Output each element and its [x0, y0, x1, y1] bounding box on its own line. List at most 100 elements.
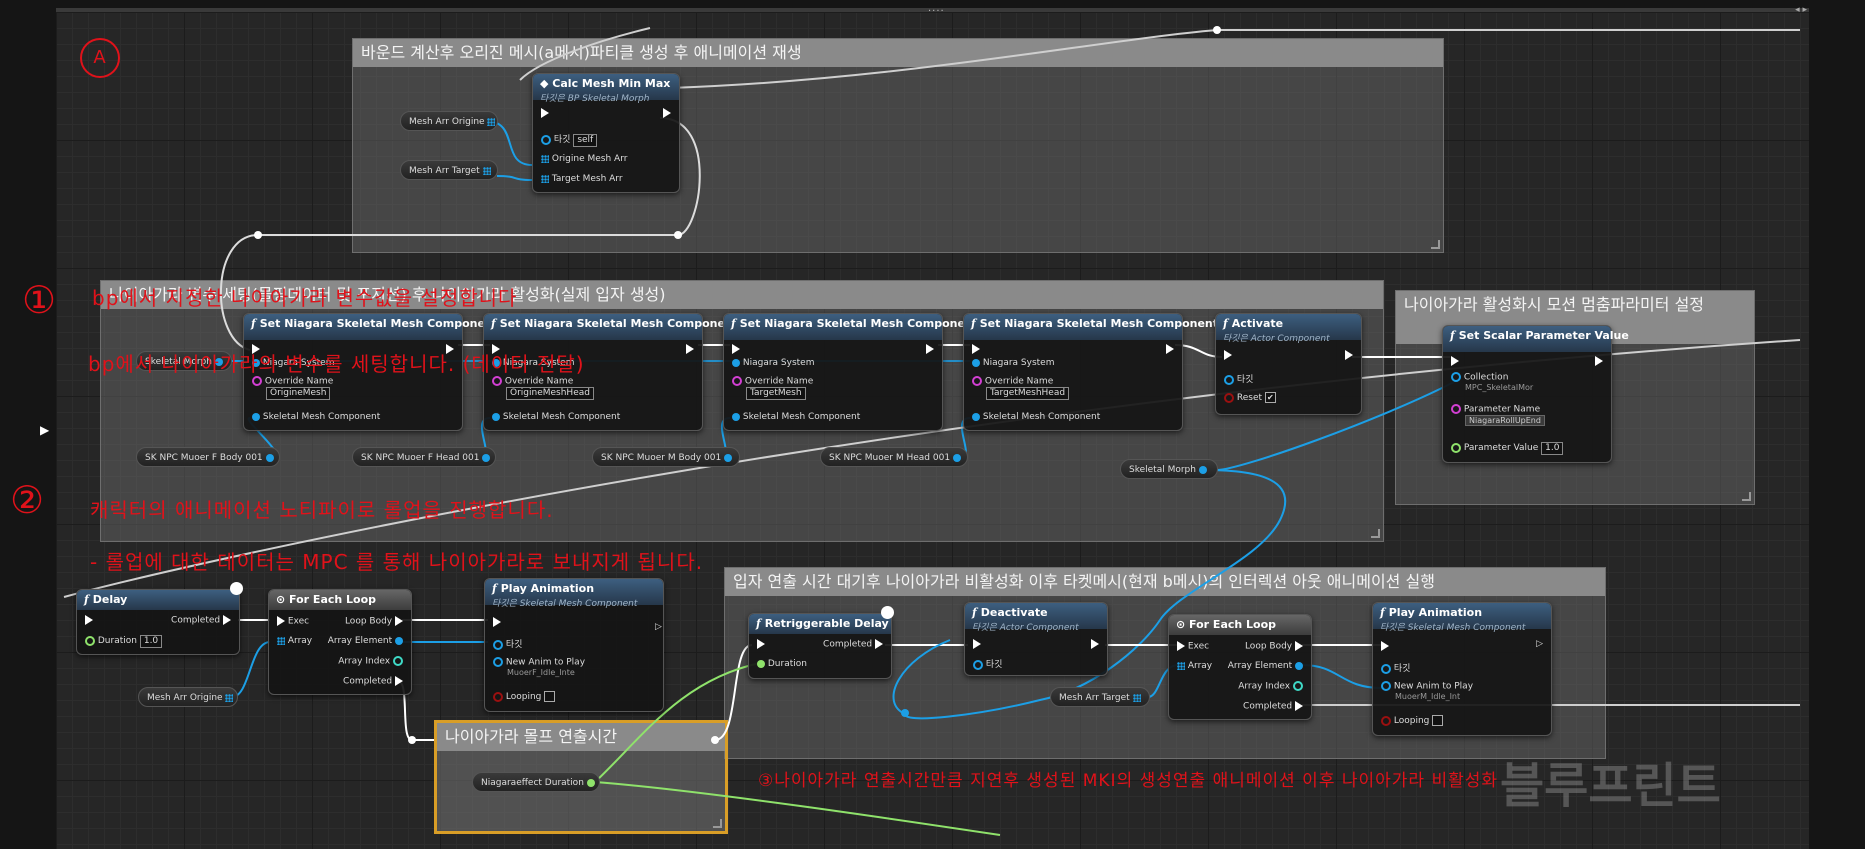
exec-out-pin[interactable] — [663, 108, 671, 119]
exec-out-pin[interactable] — [1166, 344, 1174, 355]
exec-out-pin[interactable]: ▷ — [647, 617, 662, 632]
node-play-animation-1[interactable]: f Play Animation 타깃은 Skeletal Mesh Compone… — [484, 578, 664, 712]
reset-checkbox[interactable]: ✔ — [1264, 392, 1276, 403]
exec-in-pin[interactable] — [972, 344, 980, 355]
niagara-system-pin[interactable]: Niagara System — [732, 358, 815, 368]
new-anim-pin[interactable]: New Anim to Play MuoerF_Idle_Inte — [493, 657, 585, 678]
override-name-pin[interactable]: Override Name TargetMesh — [732, 376, 813, 400]
exec-in-pin[interactable] — [1224, 350, 1232, 361]
skeletal-mesh-component-pin[interactable]: Skeletal Mesh Component — [492, 412, 620, 422]
target-pin[interactable]: 타깃 — [493, 637, 522, 650]
skeletal-mesh-component-pin[interactable]: Skeletal Mesh Component — [732, 412, 860, 422]
override-name-pin[interactable]: Override Name TargetMeshHead — [972, 376, 1070, 400]
target-pin[interactable]: 타깃 — [1381, 661, 1410, 674]
array-index-pin[interactable]: Array Index — [338, 656, 403, 667]
collection-value[interactable]: MPC_SkeletalMor — [1465, 383, 1533, 392]
skeletal-mesh-component-pin[interactable]: Skeletal Mesh Component — [252, 412, 380, 422]
var-mesh-arr-origine-2[interactable]: Mesh Arr Origine — [138, 687, 238, 707]
override-name-pin[interactable]: Override Name OrigineMesh — [252, 376, 333, 400]
exec-in-pin[interactable] — [973, 639, 981, 650]
exec-out-pin[interactable]: ▷ — [1536, 639, 1543, 649]
skeletal-mesh-component-pin[interactable]: Skeletal Mesh Component — [972, 412, 1100, 422]
exec-in-pin[interactable] — [1381, 641, 1389, 652]
array-pin-icon[interactable] — [1132, 693, 1141, 702]
node-activate[interactable]: f Activate 타깃은 Actor Component 타깃 Reset ✔ — [1215, 313, 1362, 415]
object-pin-icon[interactable] — [724, 453, 733, 462]
node-calc-mesh-min-max[interactable]: ◆ Calc Mesh Min Max 타깃은 BP Skeletal Morph… — [532, 73, 680, 193]
exec-in-pin[interactable] — [541, 108, 549, 119]
float-pin-icon[interactable] — [586, 778, 595, 787]
parameter-value-pin[interactable]: Parameter Value 1.0 — [1451, 442, 1564, 455]
exec-in-pin[interactable] — [493, 617, 501, 628]
exec-out-pin[interactable] — [1595, 356, 1603, 367]
array-element-pin[interactable]: Array Element — [328, 636, 403, 646]
override-name-pin[interactable]: Override Name OrigineMeshHead — [492, 376, 594, 400]
exec-out-pin[interactable] — [1345, 350, 1353, 361]
reset-pin[interactable]: Reset ✔ — [1224, 392, 1276, 403]
array-pin-icon[interactable] — [482, 166, 491, 175]
override-name-value[interactable]: TargetMesh — [746, 386, 806, 400]
anim-asset-value[interactable]: MuoerF_Idle_Inte — [507, 668, 575, 677]
exec-out-pin[interactable] — [1091, 639, 1099, 650]
exec-out-pin[interactable] — [926, 344, 934, 355]
parameter-name-dropdown[interactable]: NiagaraRollUpEnd — [1465, 414, 1545, 426]
override-name-value[interactable]: TargetMeshHead — [986, 386, 1070, 400]
completed-pin[interactable]: Completed — [171, 615, 231, 626]
var-sk-f-body[interactable]: SK NPC Muoer F Body 001 — [136, 447, 280, 467]
object-pin-icon[interactable] — [952, 453, 961, 462]
array-pin-icon[interactable] — [487, 117, 496, 126]
node-for-each-loop-1[interactable]: ⊙ For Each Loop Exec Loop Body Array Arr… — [268, 589, 412, 695]
array-index-pin[interactable]: Array Index — [1238, 681, 1303, 692]
var-skeletal-morph-2[interactable]: Skeletal Morph — [1120, 459, 1218, 479]
object-pin-icon[interactable] — [482, 453, 491, 462]
node-set-niagara-4[interactable]: f Set Niagara Skeletal Mesh Component Nia… — [963, 313, 1218, 431]
target-pin[interactable]: 타깃 — [973, 657, 1002, 670]
niagara-system-pin[interactable]: Niagara System — [972, 358, 1055, 368]
var-mesh-arr-origine[interactable]: Mesh Arr Origine — [400, 111, 498, 131]
loop-body-pin[interactable]: Loop Body — [345, 616, 403, 627]
duration-pin[interactable]: Duration — [757, 659, 807, 669]
target-pin[interactable]: 타깃 self — [541, 132, 598, 147]
exec-in-pin[interactable] — [757, 639, 765, 650]
parameter-value-input[interactable]: 1.0 — [1541, 442, 1564, 455]
node-for-each-loop-2[interactable]: ⊙ For Each Loop Exec Loop Body Array Arr… — [1168, 614, 1312, 720]
new-anim-pin[interactable]: New Anim to Play MuoerM_Idle_Int — [1381, 681, 1473, 702]
array-element-pin[interactable]: Array Element — [1228, 661, 1303, 671]
var-sk-m-head[interactable]: SK NPC Muoer M Head 001 — [820, 447, 968, 467]
array-pin-icon[interactable] — [225, 693, 234, 702]
origine-mesh-arr-pin[interactable]: Origine Mesh Arr — [541, 154, 627, 164]
object-pin-icon[interactable] — [265, 453, 274, 462]
exec-in-pin[interactable]: Exec — [277, 616, 309, 627]
node-set-scalar-parameter[interactable]: f Set Scalar Parameter Value Collection MP… — [1442, 325, 1629, 463]
var-mesh-arr-target[interactable]: Mesh Arr Target — [400, 160, 498, 180]
reroute-arrow-icon[interactable]: ▶ — [40, 423, 49, 437]
target-pin[interactable]: 타깃 — [1224, 372, 1253, 385]
array-pin[interactable]: Array — [277, 636, 312, 646]
exec-out-pin[interactable] — [686, 344, 694, 355]
override-name-value[interactable]: OrigineMeshHead — [506, 386, 594, 400]
loop-body-pin[interactable]: Loop Body — [1245, 641, 1303, 652]
exec-in-pin[interactable] — [732, 344, 740, 355]
parameter-name-pin[interactable]: Parameter Name NiagaraRollUpEnd — [1451, 404, 1545, 426]
target-value[interactable]: self — [573, 134, 598, 147]
collection-pin[interactable]: Collection MPC_SkeletalMor — [1451, 372, 1533, 393]
var-sk-f-head[interactable]: SK NPC Muoer F Head 001 — [352, 447, 496, 467]
exec-in-pin[interactable] — [1451, 356, 1459, 367]
object-pin-icon[interactable] — [1198, 465, 1207, 474]
node-play-animation-2[interactable]: f Play Animation 타깃은 Skeletal Mesh Compone… — [1372, 602, 1552, 736]
exec-in-pin[interactable] — [85, 615, 93, 626]
target-mesh-arr-pin[interactable]: Target Mesh Arr — [541, 174, 623, 184]
looping-pin[interactable]: Looping — [1381, 715, 1444, 726]
duration-pin[interactable]: Duration 1.0 — [85, 635, 163, 648]
completed-pin[interactable]: Completed — [343, 676, 403, 687]
var-sk-m-body[interactable]: SK NPC Muoer M Body 001 — [592, 447, 740, 467]
node-delay[interactable]: f Delay Completed Duration 1.0 — [76, 582, 243, 655]
node-deactivate[interactable]: f Deactivate 타깃은 Actor Component 타깃 — [964, 602, 1108, 676]
node-retriggerable-delay[interactable]: f Retriggerable Delay Completed Duration — [748, 606, 894, 679]
completed-pin[interactable]: Completed — [823, 639, 883, 650]
var-niagara-duration[interactable]: Niagaraeffect Duration — [472, 772, 600, 792]
looping-pin[interactable]: Looping — [493, 691, 556, 702]
override-name-value[interactable]: OrigineMesh — [266, 386, 331, 400]
var-mesh-arr-target-2[interactable]: Mesh Arr Target — [1050, 687, 1150, 707]
completed-pin[interactable]: Completed — [1243, 701, 1303, 712]
